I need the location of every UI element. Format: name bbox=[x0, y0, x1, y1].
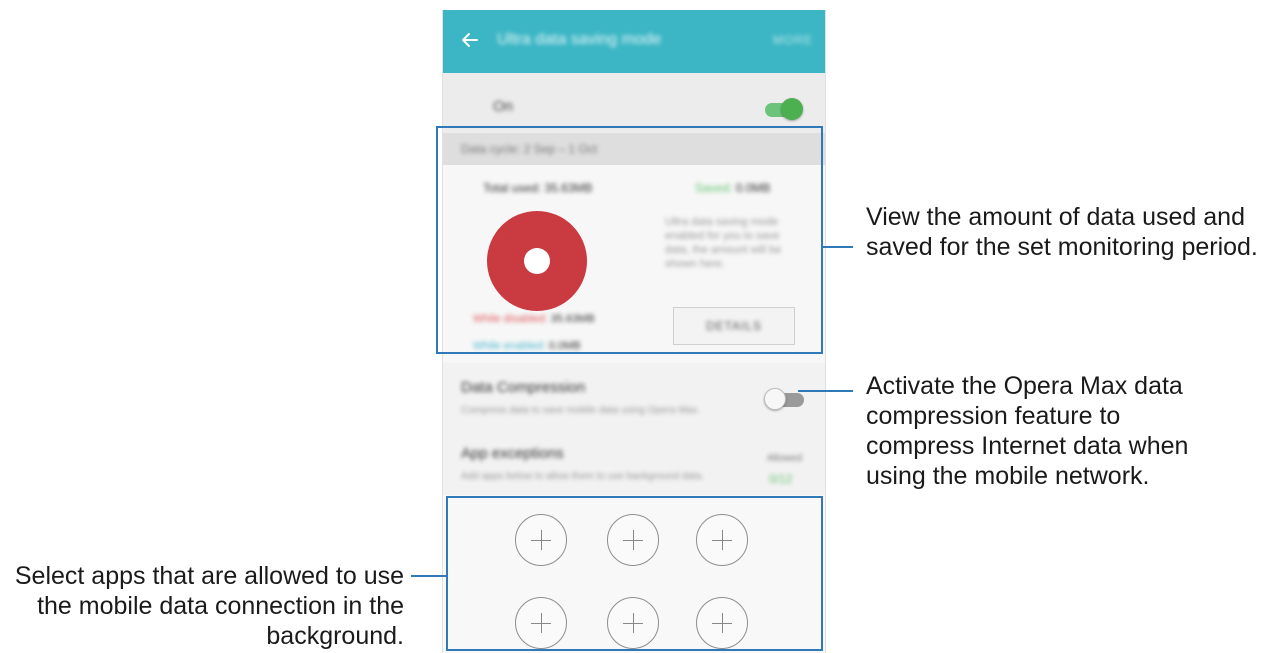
app-exceptions-row[interactable]: App exceptions Add apps below to allow t… bbox=[443, 435, 825, 495]
usage-highlight-box bbox=[436, 126, 823, 354]
compression-callout: Activate the Opera Max data compression … bbox=[866, 372, 1189, 490]
allowed-label: Allowed bbox=[767, 453, 803, 464]
data-compression-title: Data Compression bbox=[461, 379, 586, 396]
switch-knob bbox=[764, 388, 786, 410]
allowed-count: 0/12 bbox=[769, 472, 793, 486]
usage-leader-line bbox=[823, 246, 853, 248]
compression-leader-line bbox=[798, 390, 853, 392]
screen-title: Ultra data saving mode bbox=[497, 31, 662, 48]
app-bar: Ultra data saving mode MORE bbox=[443, 10, 825, 73]
master-toggle-row[interactable]: On bbox=[443, 73, 825, 134]
master-toggle-switch[interactable] bbox=[765, 98, 803, 120]
usage-callout: View the amount of data used and saved f… bbox=[866, 203, 1258, 261]
arrow-left-icon[interactable] bbox=[457, 27, 483, 53]
data-compression-subtitle: Compress data to save mobile data using … bbox=[461, 405, 701, 416]
apps-highlight-box bbox=[446, 496, 823, 651]
more-button[interactable]: MORE bbox=[773, 33, 813, 47]
data-compression-switch[interactable] bbox=[764, 388, 804, 410]
app-exceptions-subtitle: Add apps below to allow them to use back… bbox=[461, 471, 704, 482]
switch-knob bbox=[781, 98, 803, 120]
app-exceptions-title: App exceptions bbox=[461, 445, 564, 462]
apps-leader-line bbox=[411, 575, 446, 577]
master-toggle-label: On bbox=[493, 98, 514, 115]
apps-callout: Select apps that are allowed to use the … bbox=[14, 562, 404, 650]
